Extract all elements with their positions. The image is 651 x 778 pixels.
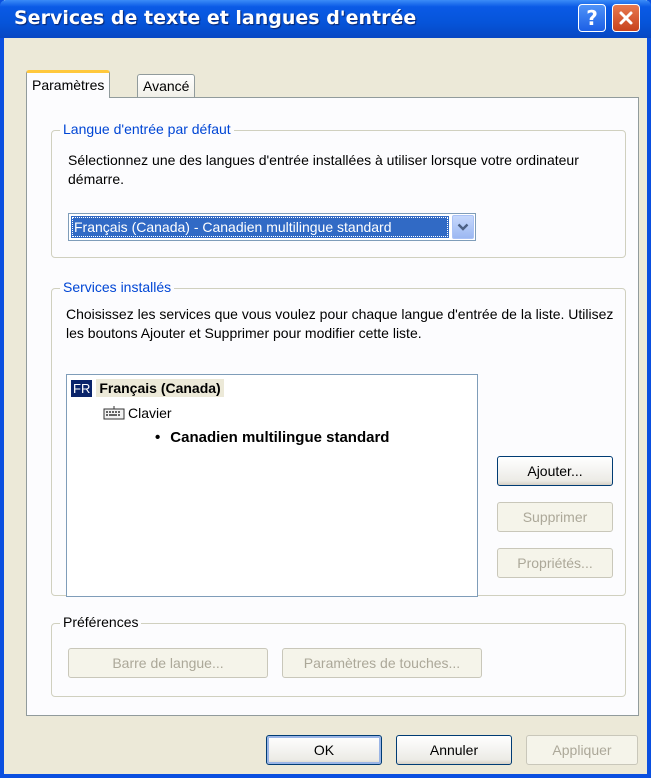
tab-avance[interactable]: Avancé [137, 74, 196, 98]
keyboard-icon [103, 406, 125, 420]
close-button[interactable] [612, 4, 640, 32]
default-language-value: Français (Canada) - Canadien multilingue… [71, 216, 449, 238]
ok-button-label: OK [313, 742, 335, 758]
installed-services-description: Choisissez les services que vous voulez … [66, 306, 614, 341]
default-language-legend: Langue d'entrée par défaut [60, 121, 234, 137]
preferences-legend: Préférences [60, 614, 142, 630]
apply-button[interactable]: Appliquer [526, 735, 638, 765]
installed-services-legend: Services installés [60, 279, 175, 295]
services-tree[interactable]: FR Français (Canada) Clavier • Canadien … [66, 374, 478, 597]
tab-panel: Langue d'entrée par défaut Sélectionnez … [26, 97, 639, 716]
remove-button-label: Supprimer [522, 509, 588, 525]
default-language-select[interactable]: Français (Canada) - Canadien multilingue… [68, 213, 476, 241]
title-bar[interactable]: Services de texte et langues d'entrée ? [0, 0, 651, 38]
cancel-button-label: Annuler [429, 742, 479, 758]
tree-item-category[interactable]: Clavier [103, 405, 172, 421]
language-code-badge: FR [71, 379, 93, 397]
language-bar-button[interactable]: Barre de langue... [68, 648, 268, 678]
default-language-group: Langue d'entrée par défaut Sélectionnez … [51, 121, 626, 258]
preferences-group: Préférences Barre de langue... Paramètre… [51, 614, 626, 697]
bullet: • [155, 429, 161, 446]
cancel-button[interactable]: Annuler [396, 735, 512, 765]
properties-button-label: Propriétés... [517, 555, 593, 571]
tree-language-label: Français (Canada) [96, 379, 224, 397]
help-icon: ? [586, 6, 598, 30]
tree-layout-label: Canadien multilingue standard [170, 429, 390, 446]
dialog-window: Services de texte et langues d'entrée ? … [0, 0, 651, 778]
language-bar-button-label: Barre de langue... [112, 655, 224, 671]
tree-item-layout[interactable]: • Canadien multilingue standard [155, 429, 389, 446]
tab-parametres[interactable]: Paramètres [26, 70, 111, 98]
key-settings-button[interactable]: Paramètres de touches... [282, 648, 482, 678]
window-title: Services de texte et langues d'entrée [14, 7, 417, 29]
help-button[interactable]: ? [578, 4, 606, 32]
installed-services-group: Services installés Choisissez les servic… [51, 279, 626, 597]
tab-avance-label: Avancé [143, 78, 190, 94]
dropdown-button[interactable] [452, 215, 474, 239]
close-icon [619, 11, 633, 25]
add-button-label: Ajouter... [527, 463, 583, 479]
tree-category-label: Clavier [128, 405, 172, 421]
tree-item-language[interactable]: FR Français (Canada) [71, 379, 224, 397]
default-language-description: Sélectionnez une des langues d'entrée in… [68, 152, 579, 187]
tab-parametres-label: Paramètres [32, 77, 105, 93]
remove-button[interactable]: Supprimer [497, 502, 613, 532]
key-settings-button-label: Paramètres de touches... [303, 655, 461, 671]
apply-button-label: Appliquer [552, 742, 612, 758]
add-button[interactable]: Ajouter... [497, 456, 613, 486]
ok-button[interactable]: OK [266, 735, 382, 765]
properties-button[interactable]: Propriétés... [497, 548, 613, 578]
chevron-down-icon [457, 223, 469, 231]
